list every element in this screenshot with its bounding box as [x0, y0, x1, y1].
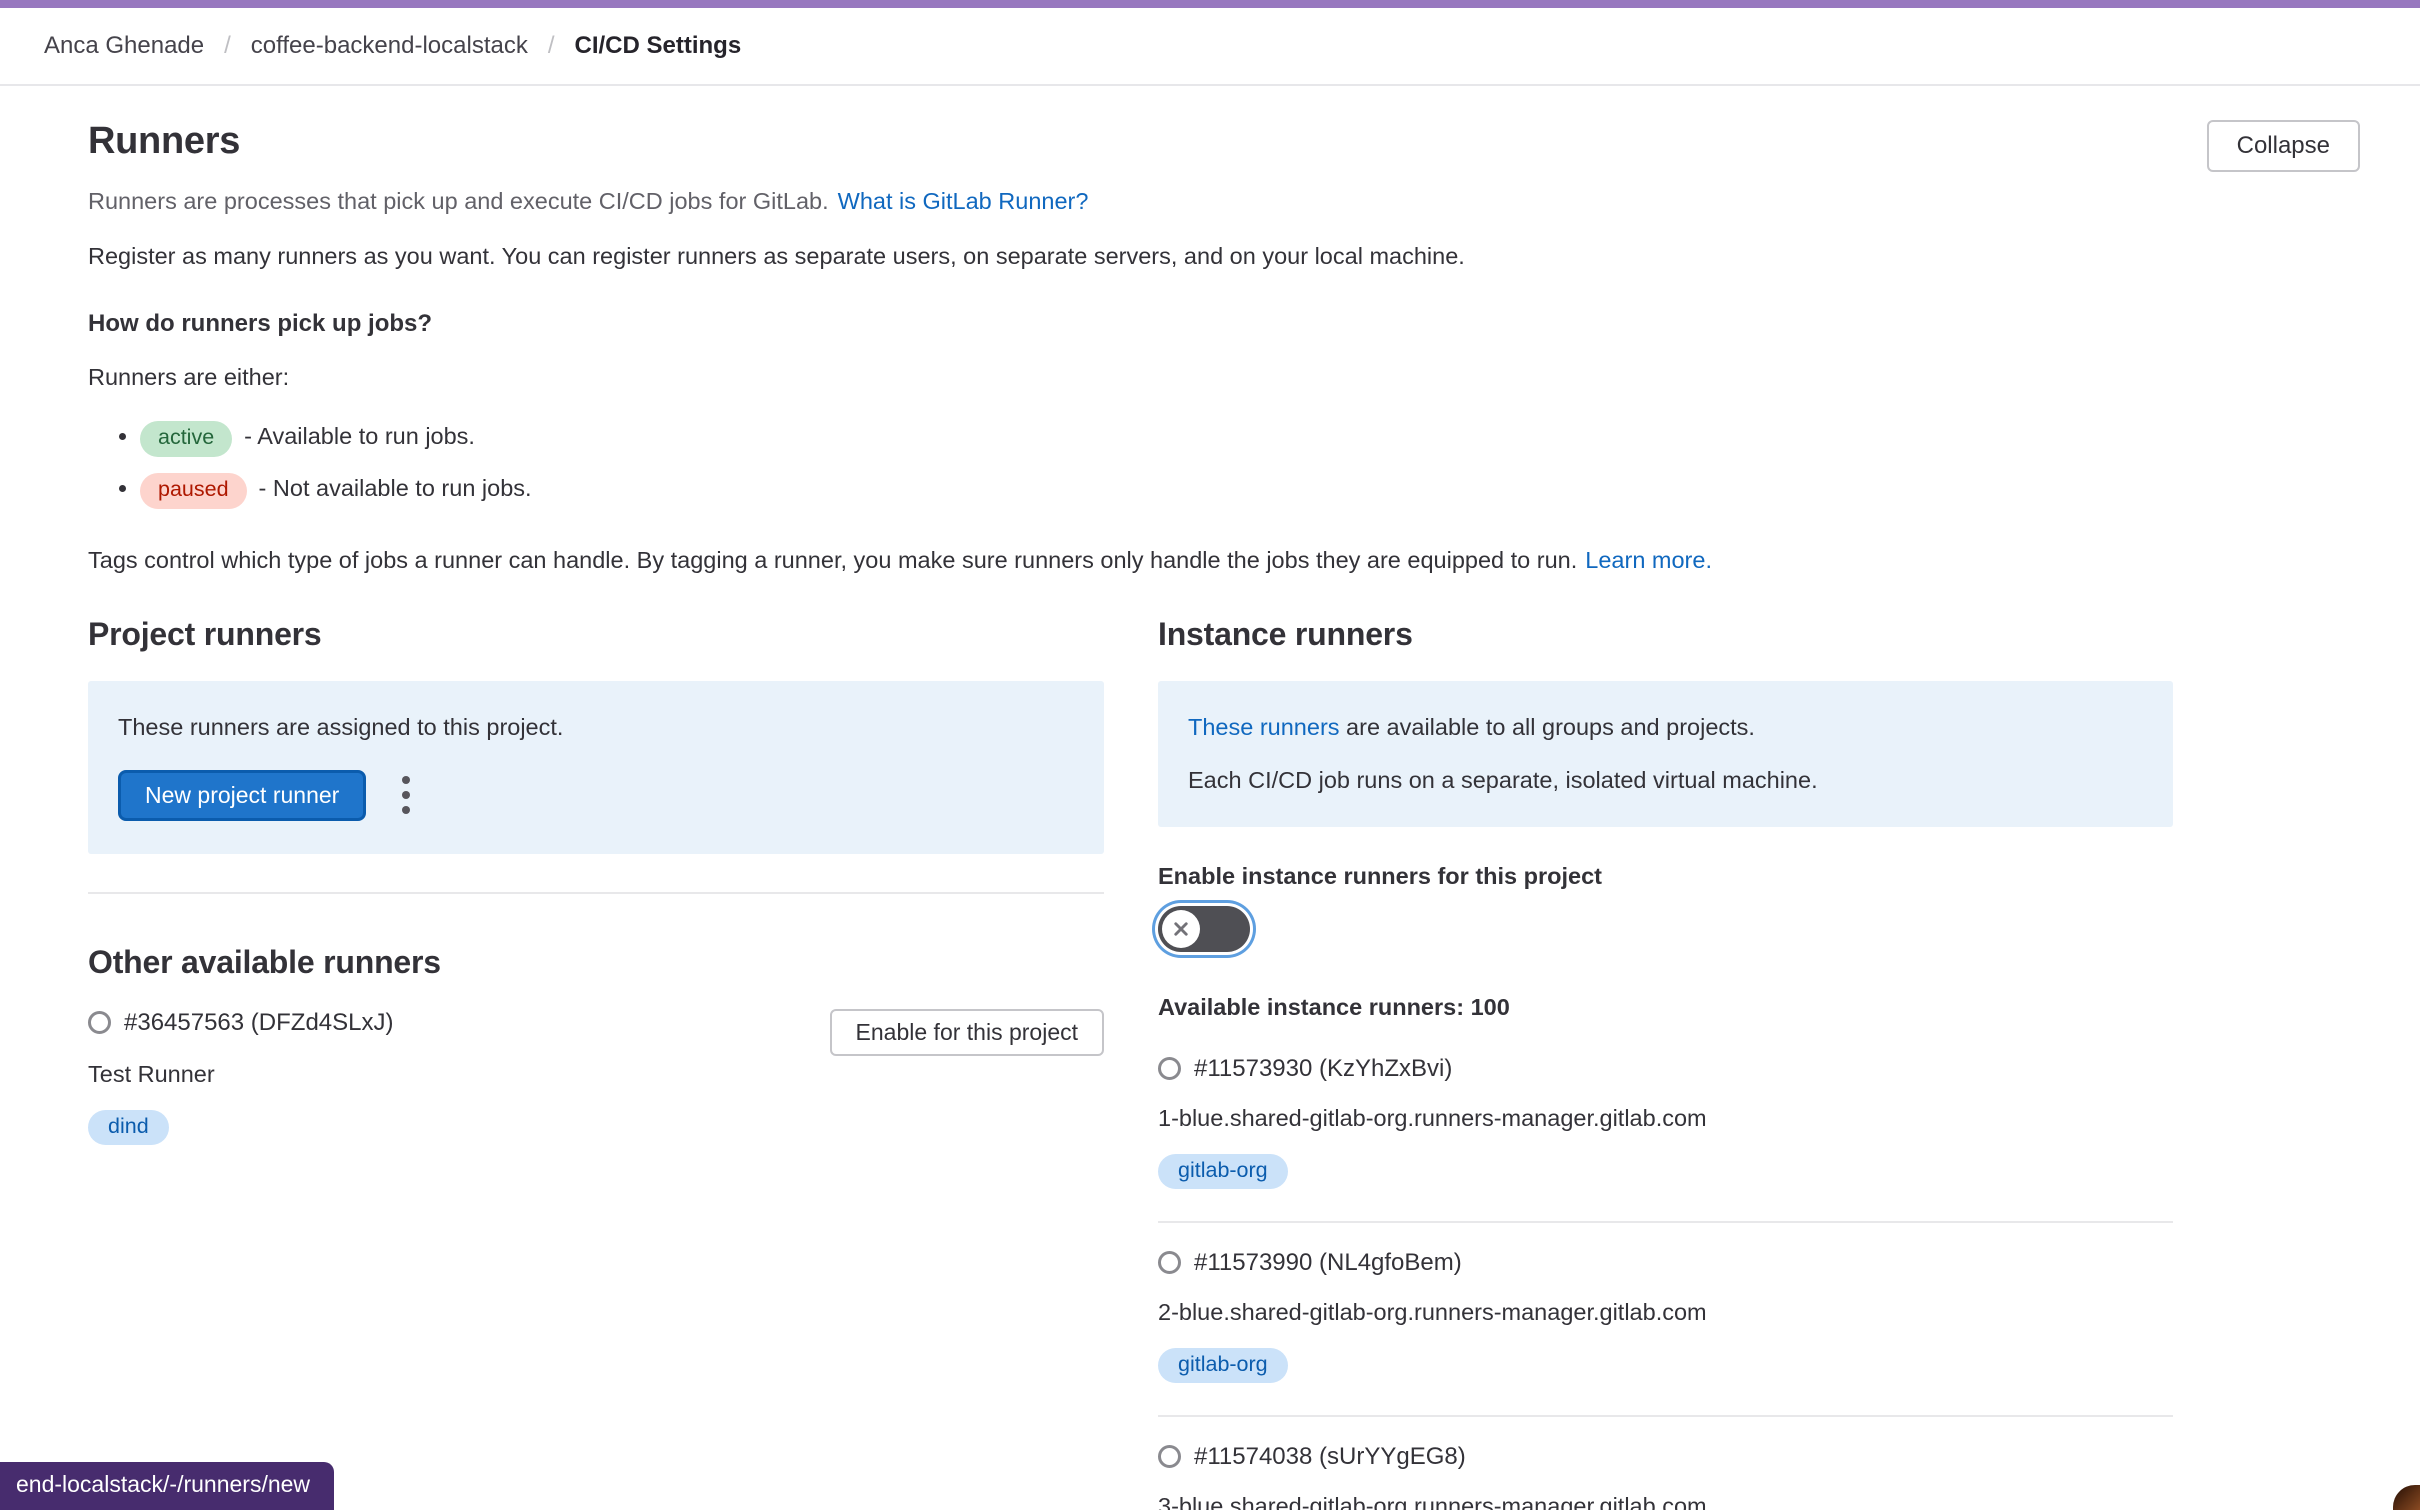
kebab-dot — [402, 776, 410, 784]
instance-runners-info-line1: These runners are available to all group… — [1188, 714, 2143, 741]
these-runners-link[interactable]: These runners — [1188, 714, 1340, 740]
learn-more-link[interactable]: Learn more. — [1585, 547, 1712, 573]
runner-hostname: 2-blue.shared-gitlab-org.runners-manager… — [1158, 1299, 2173, 1326]
runner-name: Test Runner — [88, 1061, 393, 1088]
kebab-dot — [402, 791, 410, 799]
instance-runners-section: Instance runners These runners are avail… — [1158, 616, 2173, 1510]
runner-id-link[interactable]: #36457563 (DFZd4SLxJ) — [124, 1009, 393, 1037]
list-item: active - Available to run jobs. — [140, 421, 2360, 457]
runner-hostname: 1-blue.shared-gitlab-org.runners-manager… — [1158, 1105, 2173, 1132]
register-note: Register as many runners as you want. Yo… — [88, 243, 2360, 270]
divider — [88, 892, 1104, 894]
tags-note: Tags control which type of jobs a runner… — [88, 547, 2360, 574]
available-instance-runners-count: Available instance runners: 100 — [1158, 994, 2173, 1021]
runners-description-text: Runners are processes that pick up and e… — [88, 188, 829, 214]
instance-runners-info-box: These runners are available to all group… — [1158, 681, 2173, 827]
runners-section-header: Runners Collapse — [88, 120, 2360, 172]
project-runners-heading: Project runners — [88, 616, 1104, 653]
runner-tag-badge: gitlab-org — [1158, 1348, 1288, 1383]
breadcrumb-item-current: CI/CD Settings — [575, 32, 742, 60]
instance-runner-list: #11573930 (KzYhZxBvi) 1-blue.shared-gitl… — [1158, 1029, 2173, 1510]
paused-status-badge: paused — [140, 473, 247, 509]
settings-content: Runners Collapse Runners are processes t… — [0, 86, 2420, 1510]
x-icon — [1170, 918, 1192, 940]
other-runner-details: #36457563 (DFZd4SLxJ) Test Runner dind — [88, 1009, 393, 1145]
project-runners-info-box: These runners are assigned to this proje… — [88, 681, 1104, 854]
breadcrumb-bar: Anca Ghenade / coffee-backend-localstack… — [0, 8, 2420, 86]
breadcrumb: Anca Ghenade / coffee-backend-localstack… — [44, 32, 741, 60]
how-runners-heading: How do runners pick up jobs? — [88, 310, 2360, 338]
instance-runner-item: #11573990 (NL4gfoBem) 2-blue.shared-gitl… — [1158, 1223, 2173, 1417]
runner-id-row: #36457563 (DFZd4SLxJ) — [88, 1009, 393, 1037]
runner-status-never-contacted-icon — [1158, 1251, 1181, 1274]
instance-runners-heading: Instance runners — [1158, 616, 2173, 653]
runner-status-list: active - Available to run jobs. paused - N… — [88, 421, 2360, 509]
runner-id-row: #11574038 (sUrYYgEG8) — [1158, 1443, 2173, 1471]
runner-status-never-contacted-icon — [1158, 1445, 1181, 1468]
vertical-ellipsis-icon[interactable] — [396, 770, 416, 820]
other-available-runners-heading: Other available runners — [88, 944, 1104, 981]
runner-columns: Project runners These runners are assign… — [88, 616, 2360, 1510]
project-runners-actions: New project runner — [118, 770, 1074, 821]
active-status-badge: active — [140, 421, 232, 457]
list-item: paused - Not available to run jobs. — [140, 473, 2360, 509]
runner-tag-badge: dind — [88, 1110, 169, 1145]
breadcrumb-item-user[interactable]: Anca Ghenade — [44, 32, 204, 60]
enable-for-project-button[interactable]: Enable for this project — [830, 1009, 1104, 1056]
enable-instance-runners-label: Enable instance runners for this project — [1158, 863, 2173, 890]
runner-status-never-contacted-icon — [88, 1011, 111, 1034]
runners-are-either-text: Runners are either: — [88, 364, 2360, 391]
runner-tag-badge: gitlab-org — [1158, 1154, 1288, 1189]
breadcrumb-separator: / — [224, 32, 231, 60]
runner-hostname: 3-blue.shared-gitlab-org.runners-manager… — [1158, 1493, 2173, 1510]
project-runners-section: Project runners These runners are assign… — [88, 616, 1104, 1510]
project-runners-info-text: These runners are assigned to this proje… — [118, 714, 1074, 741]
breadcrumb-separator: / — [548, 32, 555, 60]
toggle-knob-off-icon — [1162, 910, 1200, 948]
kebab-dot — [402, 806, 410, 814]
tags-note-text: Tags control which type of jobs a runner… — [88, 547, 1577, 573]
new-project-runner-button[interactable]: New project runner — [118, 770, 366, 821]
runner-status-never-contacted-icon — [1158, 1057, 1181, 1080]
instance-runner-item: #11574038 (sUrYYgEG8) 3-blue.shared-gitl… — [1158, 1417, 2173, 1510]
what-is-gitlab-runner-link[interactable]: What is GitLab Runner? — [838, 188, 1089, 214]
collapse-button[interactable]: Collapse — [2207, 120, 2360, 172]
instance-runners-info-text: are available to all groups and projects… — [1340, 714, 1755, 740]
browser-theme-strip — [0, 0, 2420, 8]
runner-id-row: #11573990 (NL4gfoBem) — [1158, 1249, 2173, 1277]
instance-runners-info-line2: Each CI/CD job runs on a separate, isola… — [1188, 767, 2143, 794]
runner-id-link[interactable]: #11574038 (sUrYYgEG8) — [1194, 1443, 1466, 1471]
paused-status-description: - Not available to run jobs. — [259, 475, 532, 501]
runner-id-row: #11573930 (KzYhZxBvi) — [1158, 1055, 2173, 1083]
page-title: Runners — [88, 120, 240, 163]
other-runner-row: #36457563 (DFZd4SLxJ) Test Runner dind E… — [88, 1009, 1104, 1145]
active-status-description: - Available to run jobs. — [244, 423, 475, 449]
browser-status-url: end-localstack/-/runners/new — [0, 1462, 334, 1510]
instance-runner-item: #11573930 (KzYhZxBvi) 1-blue.shared-gitl… — [1158, 1029, 2173, 1223]
runner-id-link[interactable]: #11573930 (KzYhZxBvi) — [1194, 1055, 1452, 1083]
runners-description: Runners are processes that pick up and e… — [88, 188, 2360, 215]
instance-runners-toggle[interactable] — [1158, 906, 1250, 952]
breadcrumb-item-project[interactable]: coffee-backend-localstack — [251, 32, 528, 60]
runner-id-link[interactable]: #11573990 (NL4gfoBem) — [1194, 1249, 1462, 1277]
